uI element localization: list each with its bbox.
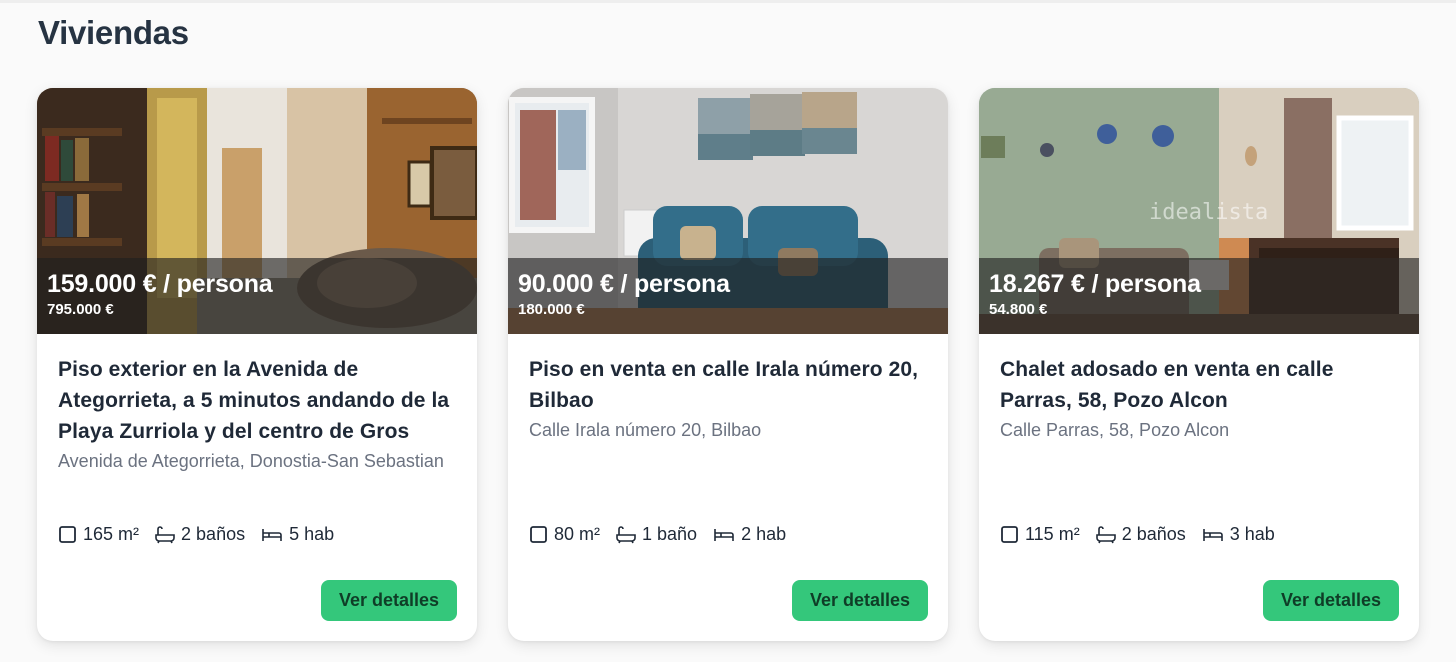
listing-address: Calle Irala número 20, Bilbao [529,420,762,440]
area-value: 80 m² [554,524,601,544]
top-divider [0,0,1456,3]
area-feature: 165 m² [58,524,139,545]
rooms-feature: 3 hab [1202,524,1275,545]
bed-icon [1202,529,1223,541]
listing-title[interactable]: Chalet adosado en venta en calle Parras,… [1000,354,1399,416]
rooms-feature: 5 hab [261,524,334,545]
bed-icon [262,529,282,541]
rooms-value: 2 hab [741,524,787,544]
square-icon [1001,526,1018,543]
baths-feature: 2 baños [155,524,245,545]
price-total: 795.000 € [47,301,114,318]
listing-cards: 159.000 € / persona 795.000 € Piso exter… [37,88,1419,641]
area-feature: 80 m² [529,524,600,545]
listing-photo[interactable]: idealista 18.267 € / persona 54.800 € [979,88,1419,334]
price-per-person: 159.000 € / persona [47,270,273,298]
listing-features: 115 m² 2 baños 3 hab [1000,524,1275,545]
details-button[interactable]: Ver detalles [1263,580,1399,621]
bathtub-icon [1095,526,1116,544]
square-icon [530,526,547,543]
price-per-person: 90.000 € / persona [518,270,730,298]
bathtub-icon [155,526,175,544]
area-value: 115 m² [1025,524,1080,544]
baths-value: 2 baños [181,524,246,544]
baths-value: 1 baño [642,524,698,544]
details-button[interactable]: Ver detalles [321,580,457,621]
listing-features: 80 m² 1 baño 2 hab [529,524,786,545]
rooms-value: 5 hab [289,524,335,544]
baths-feature: 1 baño [616,524,697,545]
listing-address: Avenida de Ategorrieta, Donostia-San Seb… [58,451,444,471]
section-title: Viviendas [38,14,189,51]
listing-address: Calle Parras, 58, Pozo Alcon [1000,420,1230,440]
listing-title[interactable]: Piso en venta en calle Irala número 20, … [529,354,928,416]
area-feature: 115 m² [1000,524,1080,545]
rooms-feature: 2 hab [713,524,786,545]
baths-feature: 2 baños [1095,524,1186,545]
rooms-value: 3 hab [1229,524,1275,544]
bed-icon [714,529,734,541]
square-icon [59,526,76,543]
photo-watermark: idealista [1149,200,1269,225]
area-value: 165 m² [83,524,140,544]
price-total: 180.000 € [518,301,585,318]
price-overlay: 18.267 € / persona 54.800 € [979,258,1419,334]
listing-card[interactable]: 159.000 € / persona 795.000 € Piso exter… [37,88,477,641]
listing-card[interactable]: idealista 18.267 € / persona 54.800 € Ch… [979,88,1419,641]
price-total: 54.800 € [989,301,1048,318]
details-button[interactable]: Ver detalles [792,580,928,621]
listing-title[interactable]: Piso exterior en la Avenida de Ategorrie… [58,354,457,447]
bathtub-icon [616,526,636,544]
listing-photo[interactable]: 90.000 € / persona 180.000 € [508,88,948,334]
price-overlay: 90.000 € / persona 180.000 € [508,258,948,334]
listing-card[interactable]: 90.000 € / persona 180.000 € Piso en ven… [508,88,948,641]
baths-value: 2 baños [1121,524,1186,544]
listing-photo[interactable]: 159.000 € / persona 795.000 € [37,88,477,334]
price-per-person: 18.267 € / persona [989,270,1201,298]
listing-features: 165 m² 2 baños 5 hab [58,524,334,545]
price-overlay: 159.000 € / persona 795.000 € [37,258,477,334]
